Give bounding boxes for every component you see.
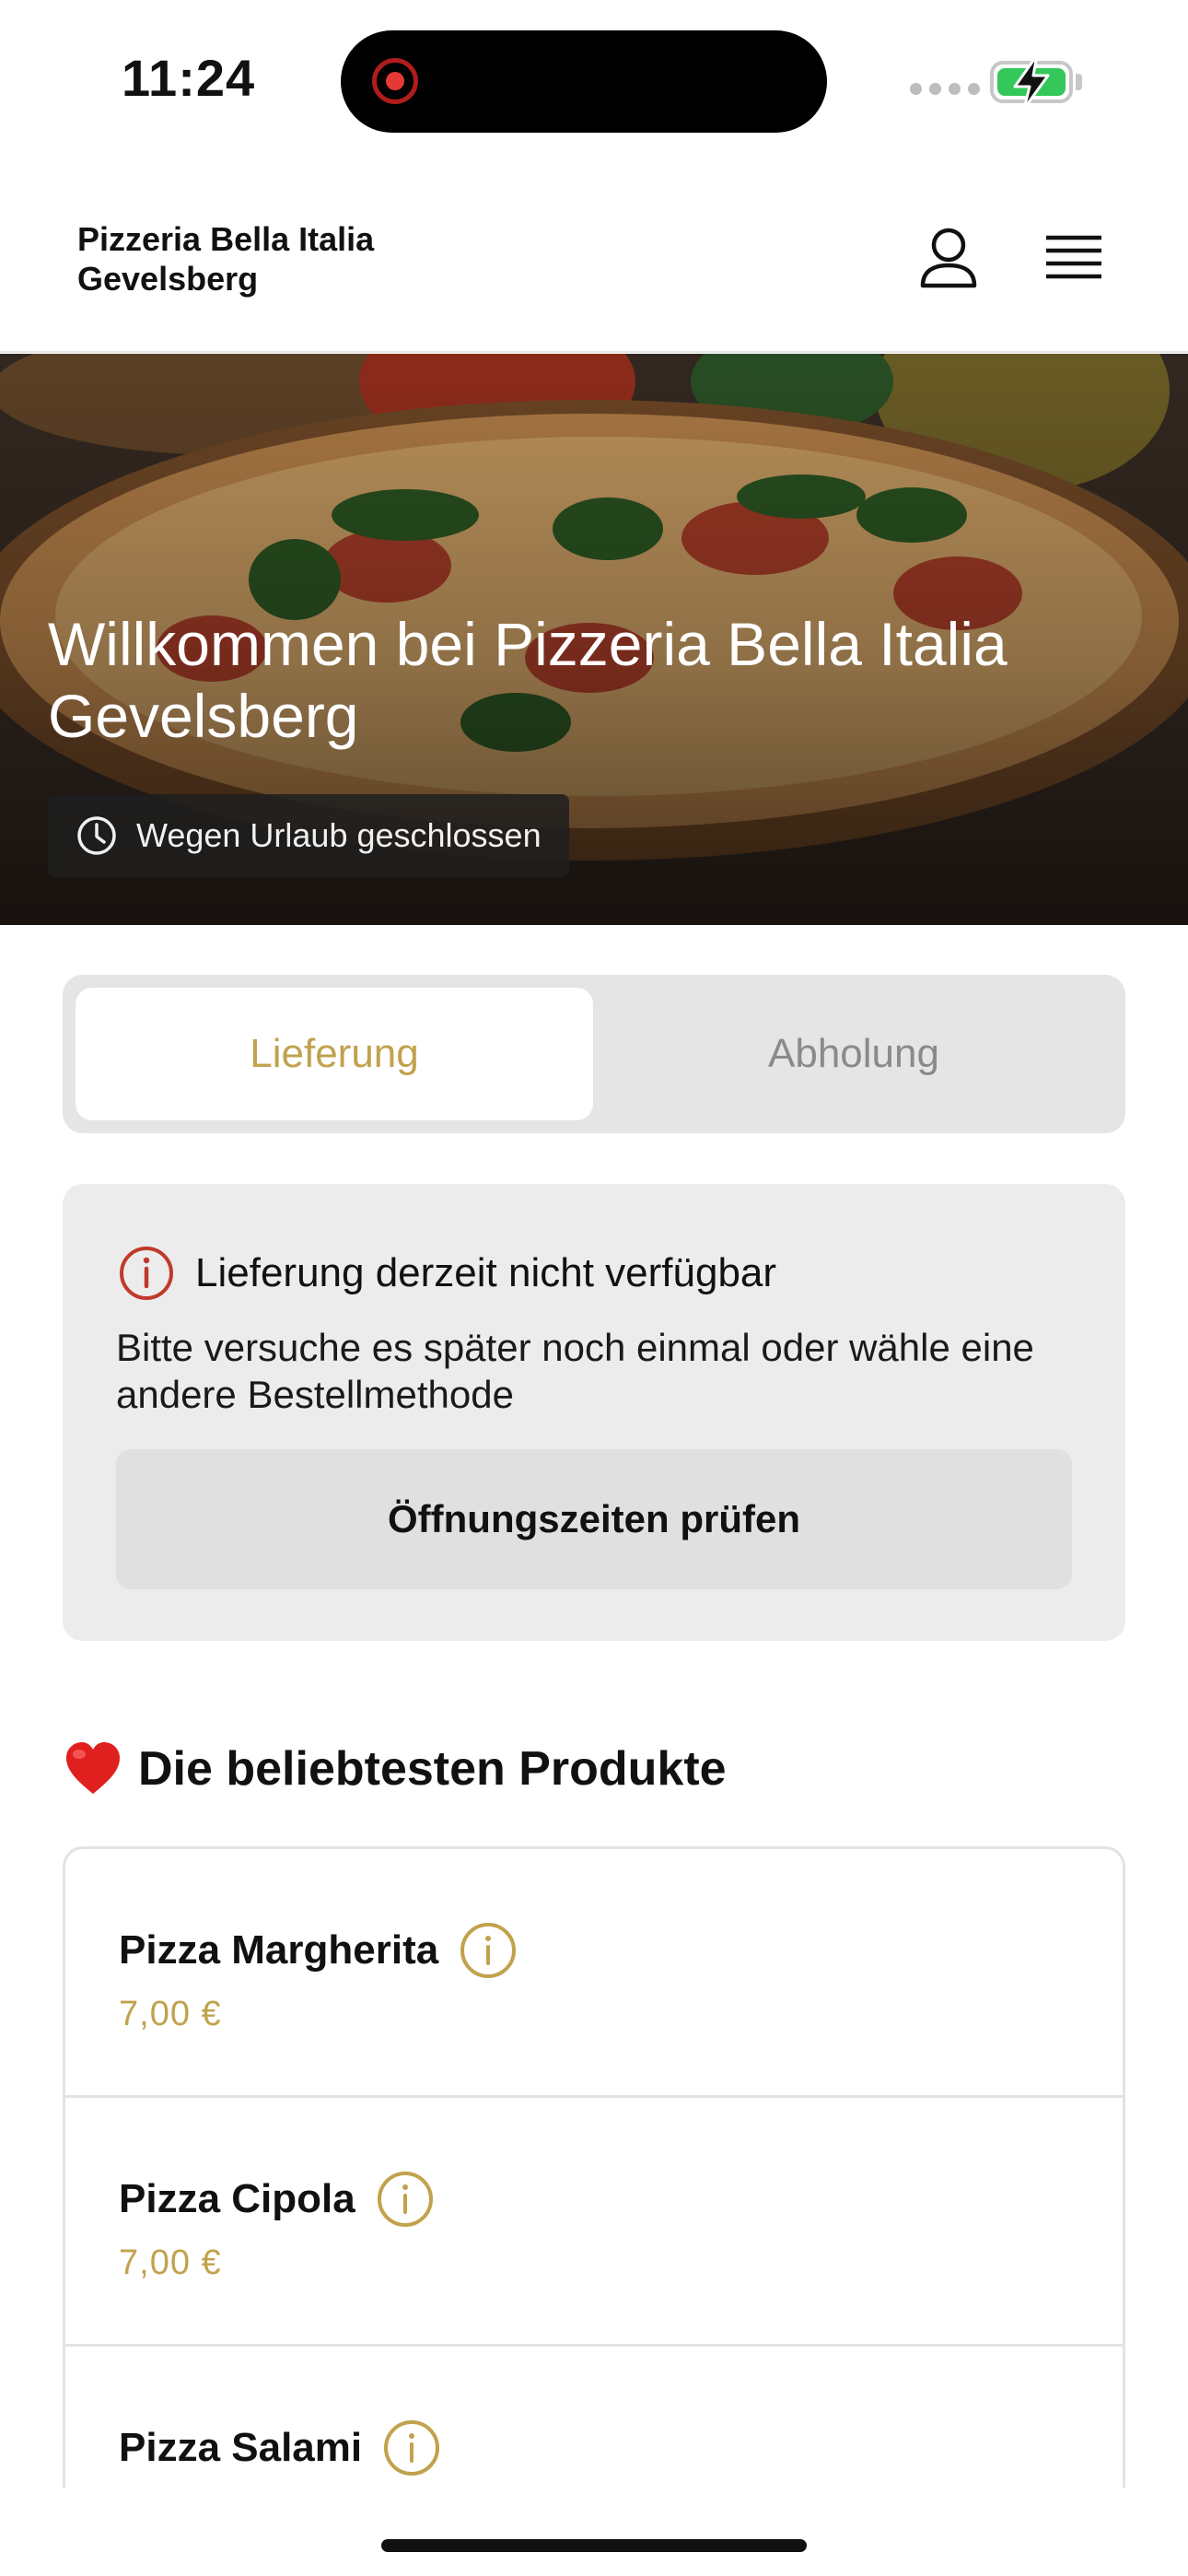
clock-icon — [77, 816, 116, 855]
product-item[interactable]: Pizza Salami — [65, 2347, 1123, 2488]
product-name-row: Pizza Margherita — [119, 1921, 518, 1980]
order-mode-switch: Lieferung Abholung — [63, 975, 1125, 1133]
popular-products-title: Die beliebtesten Produkte — [138, 1742, 727, 1796]
product-item[interactable]: Pizza Cipola 7,00 € — [65, 2098, 1123, 2347]
record-icon — [372, 58, 418, 104]
signal-icon — [910, 83, 980, 95]
hero-banner: Willkommen bei Pizzeria Bella Italia Gev… — [0, 354, 1188, 925]
home-indicator — [381, 2539, 807, 2552]
brand-line-1: Pizzeria Bella Italia — [77, 220, 375, 258]
status-bar: 11:24 — [0, 0, 1188, 157]
brand-line-2: Gevelsberg — [77, 260, 259, 298]
product-name: Pizza Margherita — [119, 1927, 439, 1973]
info-icon[interactable] — [376, 2170, 435, 2229]
popular-products-heading: Die beliebtesten Produkte — [63, 1732, 727, 1806]
product-name: Pizza Cipola — [119, 2176, 355, 2221]
notice-title: Lieferung derzeit nicht verfügbar — [195, 1250, 777, 1295]
info-icon[interactable] — [459, 1921, 518, 1980]
app-header: Pizzeria Bella Italia Gevelsberg — [0, 184, 1188, 353]
product-name-row: Pizza Cipola — [119, 2170, 435, 2229]
brand-name[interactable]: Pizzeria Bella Italia Gevelsberg — [77, 219, 464, 299]
notice-text: Bitte versuche es später noch einmal ode… — [116, 1326, 1034, 1416]
tab-delivery[interactable]: Lieferung — [76, 988, 593, 1120]
menu-button[interactable] — [1037, 221, 1111, 295]
alert-info-icon — [120, 1247, 173, 1300]
product-item[interactable]: Pizza Margherita 7,00 € — [65, 1849, 1123, 2098]
product-name: Pizza Salami — [119, 2425, 363, 2470]
closed-status-text: Wegen Urlaub geschlossen — [136, 816, 542, 854]
product-price: 7,00 € — [119, 1995, 222, 2033]
menu-icon — [1046, 235, 1101, 279]
status-time: 11:24 — [122, 49, 256, 107]
account-button[interactable] — [912, 221, 985, 295]
tab-pickup[interactable]: Abholung — [595, 988, 1112, 1120]
charging-bolt-icon — [1013, 53, 1050, 111]
battery-tip — [1076, 74, 1082, 90]
user-icon — [920, 228, 977, 288]
hero-title: Willkommen bei Pizzeria Bella Italia Gev… — [48, 610, 1007, 750]
check-opening-hours-button[interactable]: Öffnungszeiten prüfen — [116, 1449, 1072, 1589]
dynamic-island — [341, 30, 827, 133]
delivery-unavailable-card: Lieferung derzeit nicht verfügbar Bitte … — [63, 1184, 1125, 1641]
heart-icon — [66, 1742, 120, 1794]
product-name-row: Pizza Salami — [119, 2418, 441, 2477]
product-list: Pizza Margherita 7,00 € Pizza Cipola 7,0… — [63, 1846, 1125, 2488]
closed-status-badge: Wegen Urlaub geschlossen — [48, 794, 569, 877]
product-price: 7,00 € — [119, 2243, 222, 2282]
info-icon[interactable] — [382, 2418, 441, 2477]
